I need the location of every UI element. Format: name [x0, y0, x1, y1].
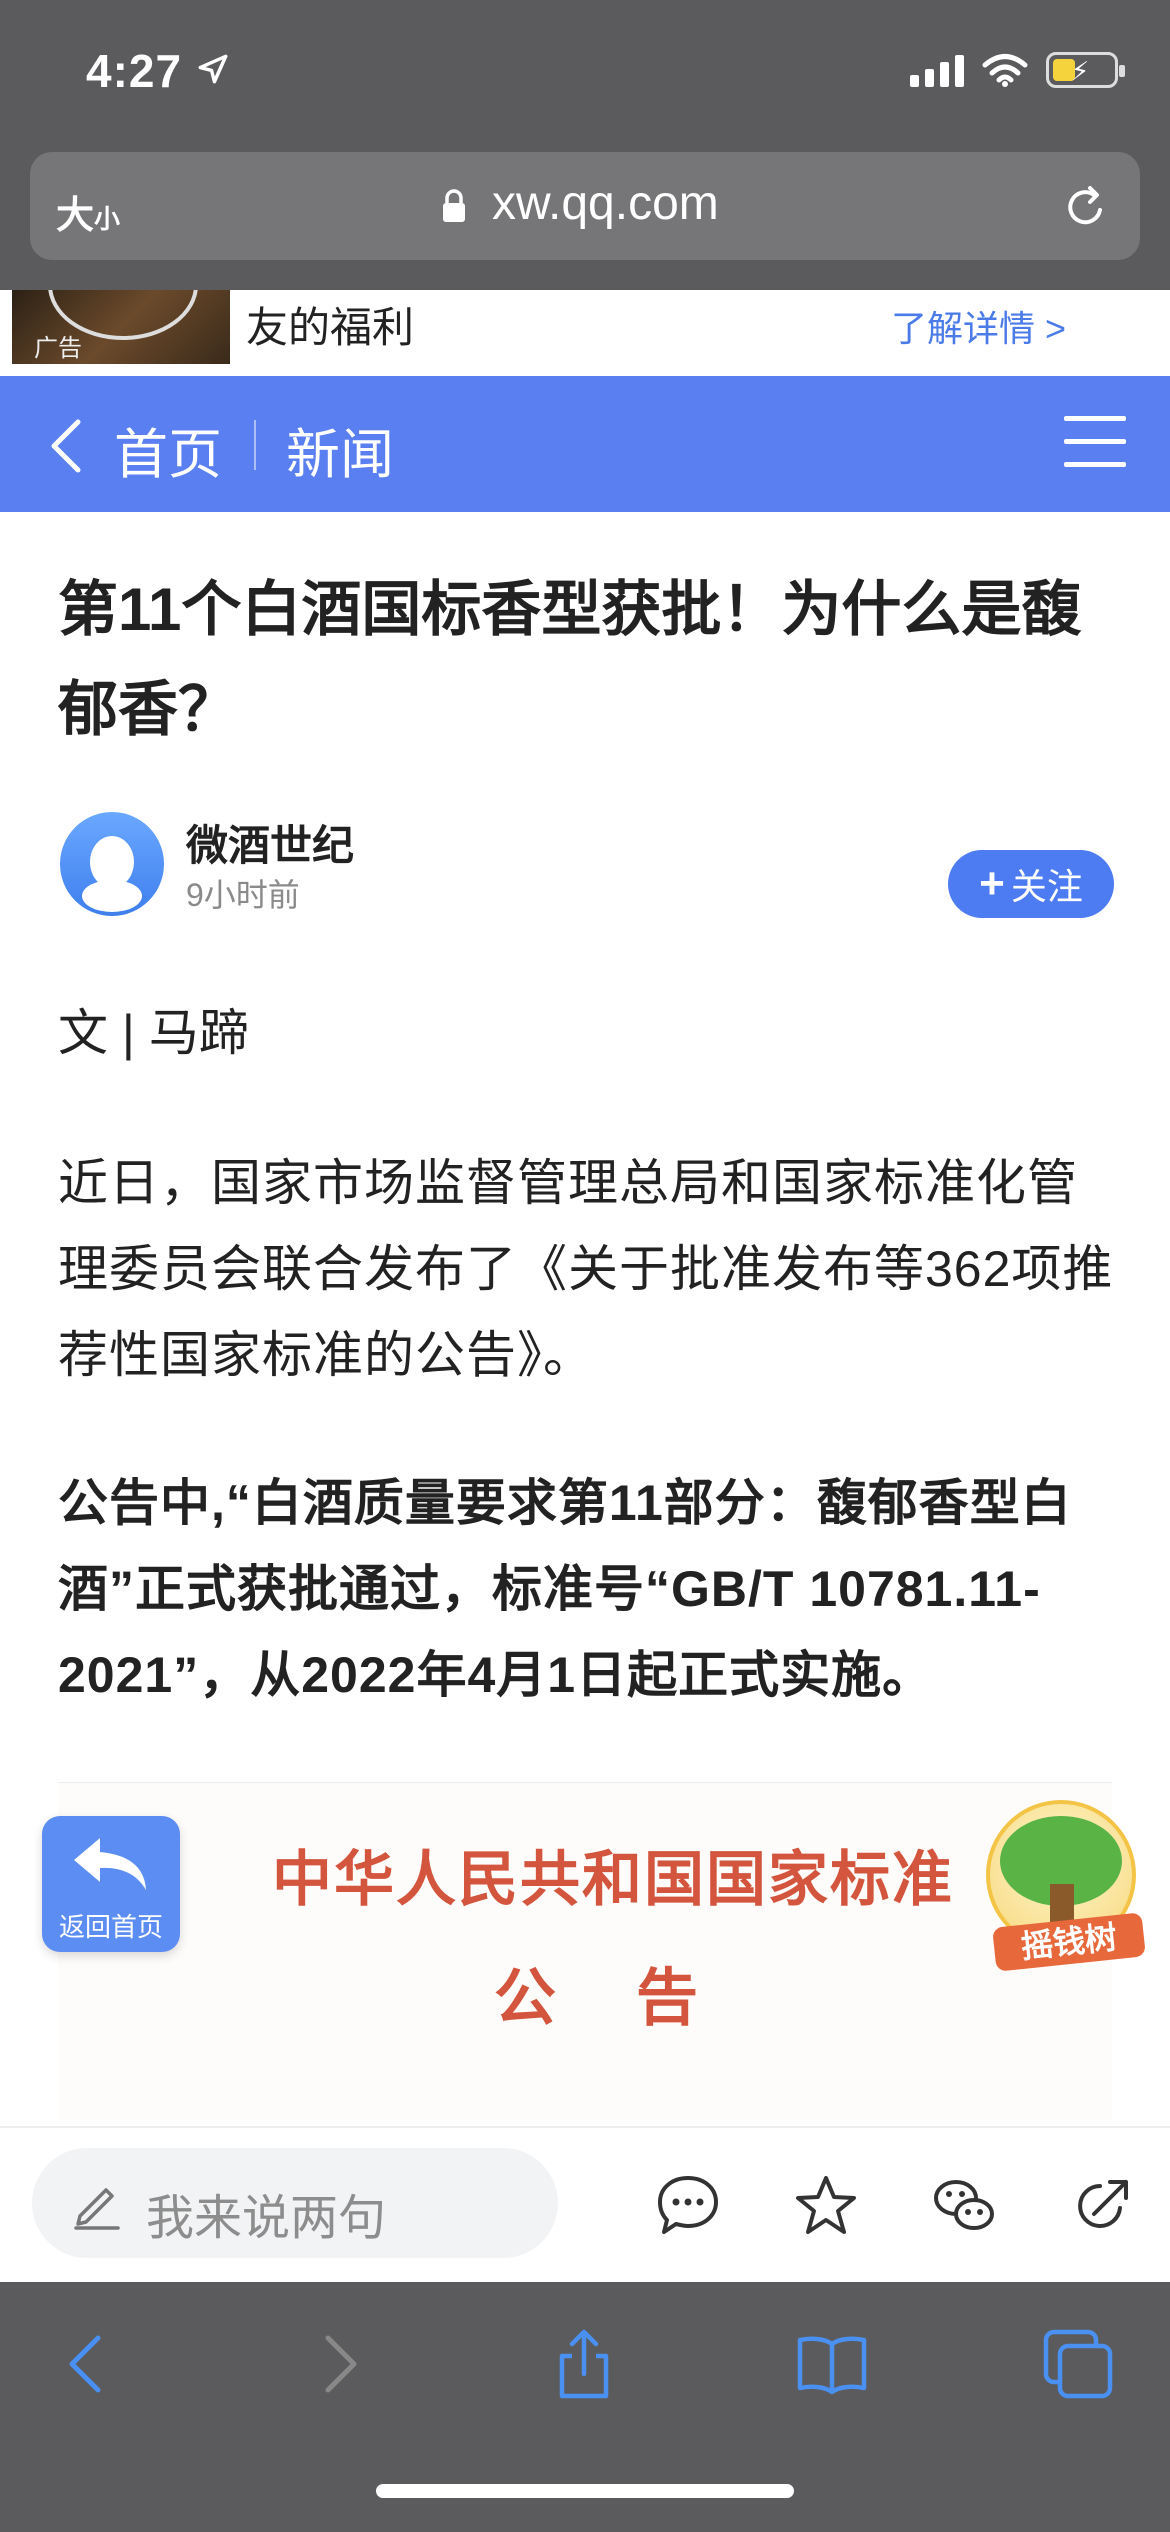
pencil-icon [74, 2188, 120, 2230]
follow-button[interactable]: + 关注 [948, 850, 1114, 918]
tabs-icon[interactable] [1040, 2326, 1116, 2402]
ad-learn-more-link[interactable]: 了解详情 > [891, 300, 1066, 352]
browser-back-icon[interactable] [50, 2326, 126, 2402]
browser-share-icon[interactable] [546, 2326, 622, 2402]
browser-top-chrome: 4:27 ⚡ 大小 xw.qq.com [0, 0, 1170, 290]
article-paragraph-bold: 公告中,“白酒质量要求第11部分：馥郁香型白酒”正式获批通过，标准号“GB/T … [58, 1475, 1072, 1703]
comment-input[interactable]: 我来说两句 [32, 2148, 558, 2258]
author-name[interactable]: 微酒世纪 [186, 812, 354, 873]
ad-banner[interactable]: 广告 友的福利 了解详情 > [0, 290, 1170, 376]
money-tree-button[interactable]: 摇钱树 [980, 1796, 1146, 1972]
back-chevron-icon[interactable] [44, 416, 88, 476]
nav-home-link[interactable]: 首页 [114, 410, 222, 489]
penguin-avatar-icon [82, 836, 142, 912]
battery-icon: ⚡ [1046, 52, 1125, 88]
article-title: 第11个白酒国标香型获批！为什么是馥郁香？ [58, 576, 1082, 743]
return-arrow-icon [74, 1838, 146, 1890]
notice-image: 中华人民共和国国家标准 公告 [58, 1782, 1112, 2120]
author-avatar[interactable] [60, 812, 164, 916]
nav-divider [254, 420, 256, 470]
ad-text: 友的福利 [246, 304, 415, 351]
text-size-button[interactable]: 大小 [56, 184, 120, 239]
ad-thumbnail: 广告 [12, 290, 230, 364]
share-icon[interactable] [1068, 2172, 1136, 2240]
comment-placeholder: 我来说两句 [146, 2192, 387, 2245]
bookmarks-icon[interactable] [794, 2326, 870, 2402]
status-time: 4:27 [86, 45, 183, 97]
notice-subheading: 公告 [494, 1961, 779, 2034]
publish-time: 9小时前 [186, 877, 300, 913]
status-indicators: ⚡ [910, 52, 1125, 88]
location-arrow-icon [198, 54, 228, 84]
url-bar[interactable]: 大小 xw.qq.com [30, 152, 1140, 260]
nav-section-news[interactable]: 新闻 [286, 410, 394, 489]
ad-tag: 广告 [34, 335, 82, 362]
article-paragraph: 近日，国家市场监督管理总局和国家标准化管理委员会联合发布了《关于批准发布等362… [58, 1155, 1114, 1383]
follow-label: 关注 [1010, 866, 1083, 907]
plus-icon: + [979, 859, 1005, 908]
wifi-icon [982, 54, 1028, 87]
browser-forward-icon[interactable] [300, 2326, 376, 2402]
reload-icon[interactable] [1060, 180, 1112, 232]
wechat-share-icon[interactable] [930, 2172, 998, 2240]
star-icon[interactable] [792, 2172, 860, 2240]
site-nav-bar: 首页 新闻 [0, 376, 1170, 512]
comment-bar: 我来说两句 [0, 2126, 1170, 2282]
url-text[interactable]: xw.qq.com [492, 176, 719, 231]
home-indicator[interactable] [376, 2484, 794, 2498]
hamburger-menu-icon[interactable] [1064, 416, 1126, 472]
article-byline: 文 | 马蹄 [58, 1005, 249, 1061]
notice-heading: 中华人民共和国国家标准 [272, 1845, 954, 1915]
cellular-signal-icon [910, 53, 964, 87]
comments-icon[interactable] [654, 2172, 722, 2240]
lock-icon [443, 189, 465, 222]
return-home-button[interactable]: 返回首页 [42, 1816, 180, 1952]
return-home-label: 返回首页 [58, 1912, 163, 1942]
